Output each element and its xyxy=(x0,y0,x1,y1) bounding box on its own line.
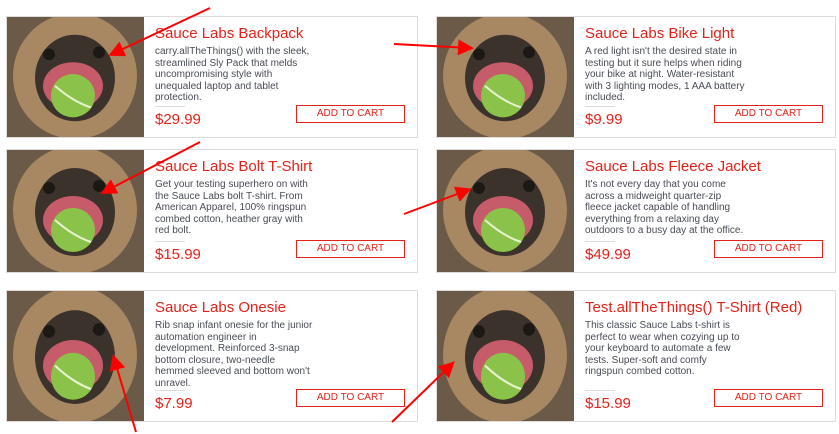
inventory-item: Sauce Labs Bike Light A red light isn't … xyxy=(436,16,836,138)
product-name-link[interactable]: Sauce Labs Fleece Jacket xyxy=(585,158,827,176)
product-description: It's not every day that you come across … xyxy=(585,179,744,237)
product-image[interactable] xyxy=(7,17,144,137)
product-price: $15.99 xyxy=(585,390,631,412)
inventory-item: Sauce Labs Onesie Rib snap infant onesie… xyxy=(6,290,418,422)
add-to-cart-button[interactable]: ADD TO CART xyxy=(714,240,823,258)
product-name-link[interactable]: Sauce Labs Bike Light xyxy=(585,25,827,43)
product-image[interactable] xyxy=(7,291,144,421)
pug-dog-with-tennis-ball-image xyxy=(7,291,144,421)
product-name-link[interactable]: Test.allTheThings() T-Shirt (Red) xyxy=(585,299,827,317)
pug-dog-with-tennis-ball-image xyxy=(437,291,574,421)
inventory-item: Sauce Labs Backpack carry.allTheThings()… xyxy=(6,16,418,138)
add-to-cart-button[interactable]: ADD TO CART xyxy=(714,105,823,123)
pug-dog-with-tennis-ball-image xyxy=(7,17,144,137)
pug-dog-with-tennis-ball-image xyxy=(437,150,574,272)
product-name-link[interactable]: Sauce Labs Backpack xyxy=(155,25,409,43)
add-to-cart-button[interactable]: ADD TO CART xyxy=(296,389,405,407)
add-to-cart-button[interactable]: ADD TO CART xyxy=(296,240,405,258)
product-description: A red light isn't the desired state in t… xyxy=(585,46,745,104)
product-price: $9.99 xyxy=(585,106,623,128)
add-to-cart-button[interactable]: ADD TO CART xyxy=(714,389,823,407)
product-price: $29.99 xyxy=(155,106,201,128)
product-image[interactable] xyxy=(437,150,574,272)
inventory-item: Test.allTheThings() T-Shirt (Red) This c… xyxy=(436,290,836,422)
product-image[interactable] xyxy=(7,150,144,272)
product-name-link[interactable]: Sauce Labs Bolt T-Shirt xyxy=(155,158,409,176)
product-price: $49.99 xyxy=(585,241,631,263)
product-price: $7.99 xyxy=(155,390,193,412)
product-description: This classic Sauce Labs t-shirt is perfe… xyxy=(585,320,740,378)
add-to-cart-button[interactable]: ADD TO CART xyxy=(296,105,405,123)
product-name-link[interactable]: Sauce Labs Onesie xyxy=(155,299,409,317)
inventory-item: Sauce Labs Bolt T-Shirt Get your testing… xyxy=(6,149,418,273)
inventory-item: Sauce Labs Fleece Jacket It's not every … xyxy=(436,149,836,273)
product-image[interactable] xyxy=(437,17,574,137)
product-description: carry.allTheThings() with the sleek, str… xyxy=(155,46,310,104)
pug-dog-with-tennis-ball-image xyxy=(437,17,574,137)
product-description: Rib snap infant onesie for the junior au… xyxy=(155,320,313,389)
product-price: $15.99 xyxy=(155,241,201,263)
pug-dog-with-tennis-ball-image xyxy=(7,150,144,272)
product-image[interactable] xyxy=(437,291,574,421)
product-description: Get your testing superhero on with the S… xyxy=(155,179,308,237)
